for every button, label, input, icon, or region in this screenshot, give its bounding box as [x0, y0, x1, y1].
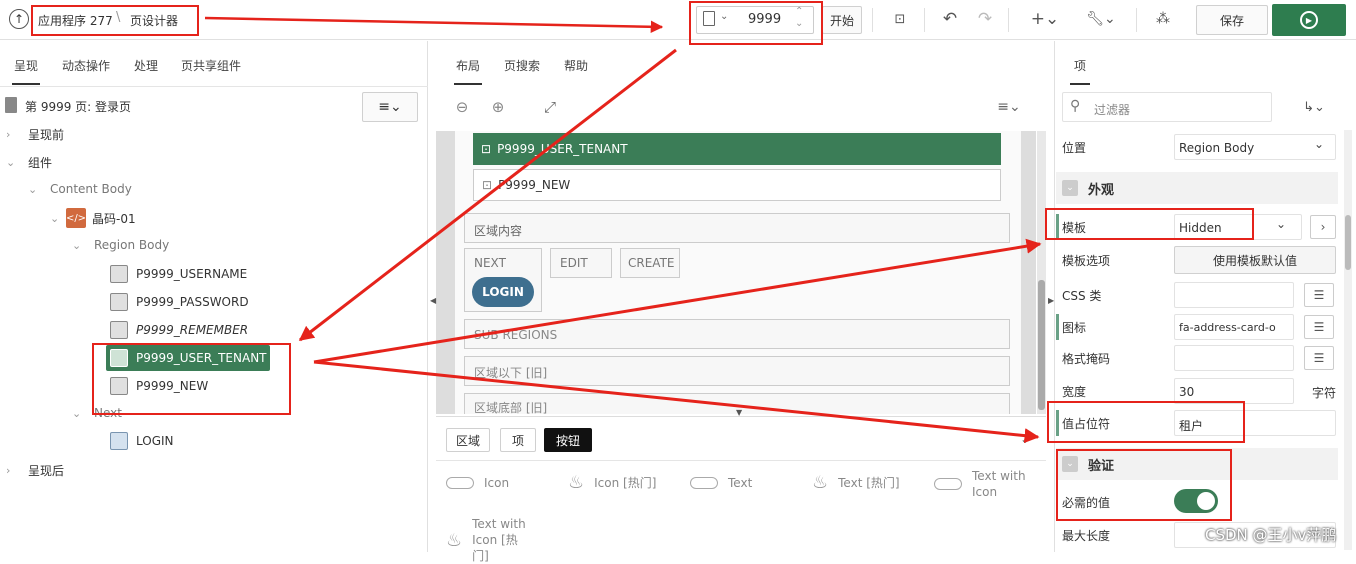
arrow: [313, 238, 1042, 364]
arrow: [313, 360, 1040, 444]
annotation-arrows: [204, 16, 1042, 444]
arrow: [298, 48, 677, 342]
arrow: [204, 16, 664, 34]
